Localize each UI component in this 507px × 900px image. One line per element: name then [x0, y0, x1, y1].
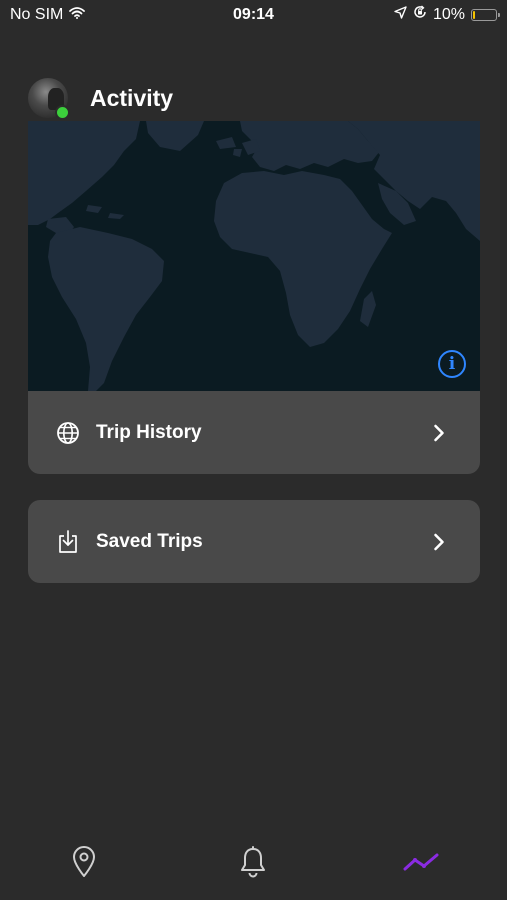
- battery-icon: [471, 8, 500, 21]
- saved-trips-row[interactable]: Saved Trips: [28, 500, 480, 583]
- map-pin-icon: [72, 845, 96, 883]
- download-tray-icon: [56, 529, 80, 554]
- chevron-right-icon: [432, 532, 446, 552]
- status-right: 10%: [394, 5, 500, 24]
- world-map[interactable]: i: [28, 121, 480, 391]
- page-title: Activity: [90, 84, 174, 111]
- tab-activity[interactable]: [401, 844, 441, 884]
- activity-screen: No SIM 09:14 10% Activity i Trip History…: [0, 0, 507, 900]
- location-arrow-icon: [394, 5, 407, 24]
- status-bar: No SIM 09:14 10%: [0, 0, 507, 30]
- avatar[interactable]: [28, 78, 70, 120]
- map-info-button[interactable]: i: [438, 350, 466, 378]
- map-graphic: [28, 121, 480, 391]
- battery-fill: [473, 10, 475, 19]
- info-icon: i: [448, 354, 456, 374]
- header: Activity: [28, 78, 174, 120]
- chevron-right-icon: [432, 423, 446, 443]
- tab-map[interactable]: [64, 844, 104, 884]
- trip-history-label: Trip History: [96, 421, 202, 443]
- activity-line-icon: [403, 850, 439, 879]
- bell-icon: [239, 845, 267, 883]
- battery-percent: 10%: [432, 5, 465, 23]
- globe-icon: [56, 421, 80, 445]
- orientation-lock-icon: [413, 5, 427, 24]
- online-status-dot: [55, 105, 70, 120]
- tab-alerts[interactable]: [233, 844, 273, 884]
- trip-history-row[interactable]: Trip History: [28, 391, 480, 474]
- tab-bar: [0, 830, 507, 900]
- saved-trips-label: Saved Trips: [96, 530, 203, 552]
